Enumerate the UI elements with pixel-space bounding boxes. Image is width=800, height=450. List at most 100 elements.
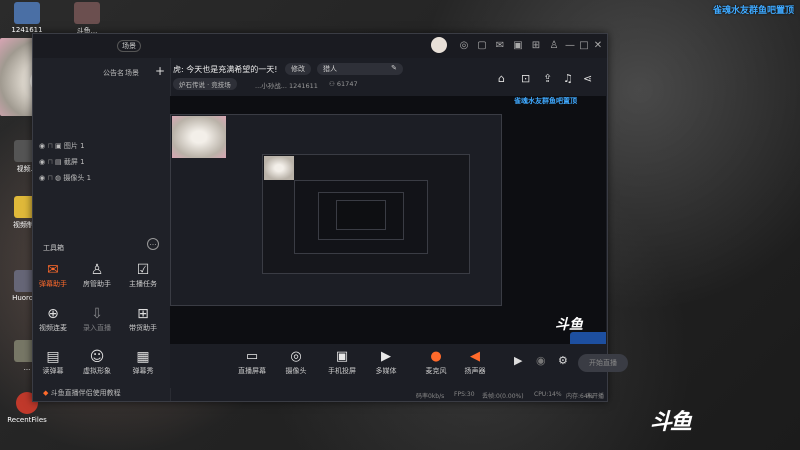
maximize-icon[interactable]: □: [577, 39, 591, 53]
eye-icon[interactable]: ◉: [39, 158, 45, 166]
camera-button[interactable]: ◎ 摄像头: [274, 348, 318, 376]
tool-label: 弹幕助手: [39, 280, 67, 288]
bell-icon[interactable]: ♫: [563, 72, 573, 85]
source-row[interactable]: ◉ ⊓ ▣ 图片 1: [39, 138, 164, 154]
tool-streamer-task[interactable]: ☑ 主播任务: [123, 261, 163, 289]
gift-icon[interactable]: ⌂: [498, 72, 505, 85]
room-info: ...小孙战... 1241611: [255, 82, 318, 90]
category-label: 猎人: [323, 65, 337, 73]
tool-label: 读弹幕: [42, 367, 64, 375]
media-icon: ▶: [381, 349, 391, 364]
edit-announcement-button[interactable]: 修改: [285, 63, 311, 75]
tool-danmu[interactable]: ✉ 弹幕助手: [33, 261, 73, 289]
screenshot-icon: ▤: [55, 158, 62, 166]
media-button[interactable]: ▶ 多媒体: [364, 348, 408, 376]
source-row[interactable]: ◉ ⊓ ◍ 摄像头 1: [39, 170, 164, 186]
desktop-icon[interactable]: 斗鱼...: [60, 2, 114, 36]
eye-icon[interactable]: ◉: [39, 142, 45, 150]
headset-icon[interactable]: ◎: [457, 39, 471, 53]
camera-icon: ◎: [290, 349, 302, 364]
bottom-label: 摄像头: [285, 367, 307, 375]
tab-scene[interactable]: 场景: [125, 68, 139, 78]
lock-icon[interactable]: ⊓: [47, 174, 52, 182]
source-row[interactable]: ◉ ⊓ ▤ 截屏 1: [39, 154, 164, 170]
mic-button[interactable]: ● 麦克风: [414, 348, 458, 376]
phone-cast-button[interactable]: ▣ 手机投屏: [320, 348, 364, 376]
shop-icon: ⊞: [137, 306, 149, 322]
avatar-icon: ☺: [89, 349, 105, 365]
fps-status: FPS:30: [454, 391, 475, 398]
tool-avatar[interactable]: ☺ 虚拟形象: [77, 348, 117, 376]
blue-tab: [570, 332, 606, 344]
nested-cat-image: [264, 156, 294, 180]
bottom-label: 扬声器: [464, 367, 486, 375]
tool-label: 录入直播: [83, 324, 111, 332]
record-icon[interactable]: ▶: [514, 354, 522, 367]
eye-icon[interactable]: ◉: [536, 354, 546, 367]
tool-room-manager[interactable]: ♙ 房管助手: [77, 261, 117, 289]
douyu-logo-icon: ◆: [43, 389, 51, 397]
bottom-label: 直播屏幕: [238, 367, 266, 375]
speaker-button[interactable]: ◀ 扬声器: [453, 348, 497, 376]
tutorial-link-label: 斗鱼直播伴侣使用教程: [50, 389, 121, 397]
shirt-icon[interactable]: ♙: [547, 39, 561, 53]
dropped-frames-status: 丢帧:0(0.00%): [482, 393, 524, 400]
eye-icon[interactable]: ◉: [39, 174, 45, 182]
bitrate-status: 码率0kb/s: [416, 393, 445, 400]
bottom-label: 多媒体: [375, 367, 397, 375]
nested-cat-image: [172, 116, 226, 158]
tool-video-link[interactable]: ⊕ 视频连麦: [33, 305, 73, 333]
avatar[interactable]: [431, 37, 447, 53]
speaker-icon: ◀: [470, 349, 480, 364]
more-icon[interactable]: …: [147, 238, 159, 250]
nested-watermark: 斗鱼: [555, 317, 583, 333]
screen-capture-button[interactable]: ▭ 直播屏幕: [230, 348, 274, 376]
scene-tag[interactable]: 场景: [117, 40, 141, 52]
grid-icon[interactable]: ⊞: [529, 39, 543, 53]
app-icon: [74, 2, 100, 24]
edit-icon: ✎: [391, 64, 397, 72]
overlay-text: 雀魂水友群鱼吧置顶: [712, 6, 794, 16]
message-icon[interactable]: ▣: [511, 39, 525, 53]
danmu-icon: ✉: [47, 262, 59, 278]
bottom-label: 手机投屏: [328, 367, 356, 375]
minimize-icon[interactable]: —: [563, 39, 577, 53]
people-icon: ⚇: [329, 80, 337, 88]
nested-window-5: [336, 200, 386, 230]
source-name: 摄像头 1: [63, 174, 92, 182]
nested-overlay-text: 雀魂水友群鱼吧置顶: [514, 97, 577, 105]
settings-icon[interactable]: ⚙: [558, 354, 568, 367]
lock-icon[interactable]: ⊓: [47, 158, 52, 166]
tool-danmu-show[interactable]: ▦ 弹幕秀: [123, 348, 163, 376]
stream-preview[interactable]: 雀魂水友群鱼吧置顶 斗鱼: [170, 96, 606, 344]
game-tag[interactable]: 炉石传说 · 竞技场: [173, 78, 237, 90]
mail-icon[interactable]: ✉: [493, 39, 507, 53]
tool-read-danmu[interactable]: ▤ 读弹幕: [33, 348, 73, 376]
chat-icon[interactable]: ▢: [475, 39, 489, 53]
upload-icon[interactable]: ⇪: [543, 72, 552, 85]
share-icon[interactable]: ⋖: [583, 72, 592, 85]
source-name: 截屏 1: [63, 158, 85, 166]
read-icon: ▤: [46, 349, 60, 365]
bottom-label: 麦克风: [425, 367, 447, 375]
close-icon[interactable]: ✕: [591, 39, 605, 53]
desktop-icon[interactable]: 1241611: [0, 2, 54, 34]
tab-notice[interactable]: 公告名: [103, 68, 124, 78]
announcement-text: 虎: 今天也是充满希望的一天!: [173, 65, 278, 74]
start-live-button[interactable]: 开始直播: [578, 354, 628, 372]
bottom-toolbar: ▭ 直播屏幕 ◎ 摄像头 ▣ 手机投屏 ▶ 多媒体 ● 麦克风 ◀ 扬声器 ▶ …: [170, 344, 628, 388]
tool-record[interactable]: ⇩ 录入直播: [77, 305, 117, 333]
category-select[interactable]: 猎人 ✎: [317, 63, 403, 75]
tutorial-link[interactable]: ◆ 斗鱼直播伴侣使用教程: [43, 388, 121, 398]
tool-label: 主播任务: [129, 280, 157, 288]
desktop-icon-label: ...: [23, 364, 31, 372]
lock-icon[interactable]: ⊡: [521, 72, 530, 85]
camera-icon: ◍: [55, 174, 62, 182]
app-icon: [14, 2, 40, 24]
tool-label: 带货助手: [129, 324, 157, 332]
add-scene-icon[interactable]: +: [155, 64, 165, 78]
tool-shop[interactable]: ⊞ 带货助手: [123, 305, 163, 333]
lock-icon[interactable]: ⊓: [47, 142, 52, 150]
status-bar: 码率0kb/s FPS:30 丢帧:0(0.00%) CPU:14% 内存:64…: [170, 388, 606, 401]
tool-label: 弹幕秀: [132, 367, 154, 375]
